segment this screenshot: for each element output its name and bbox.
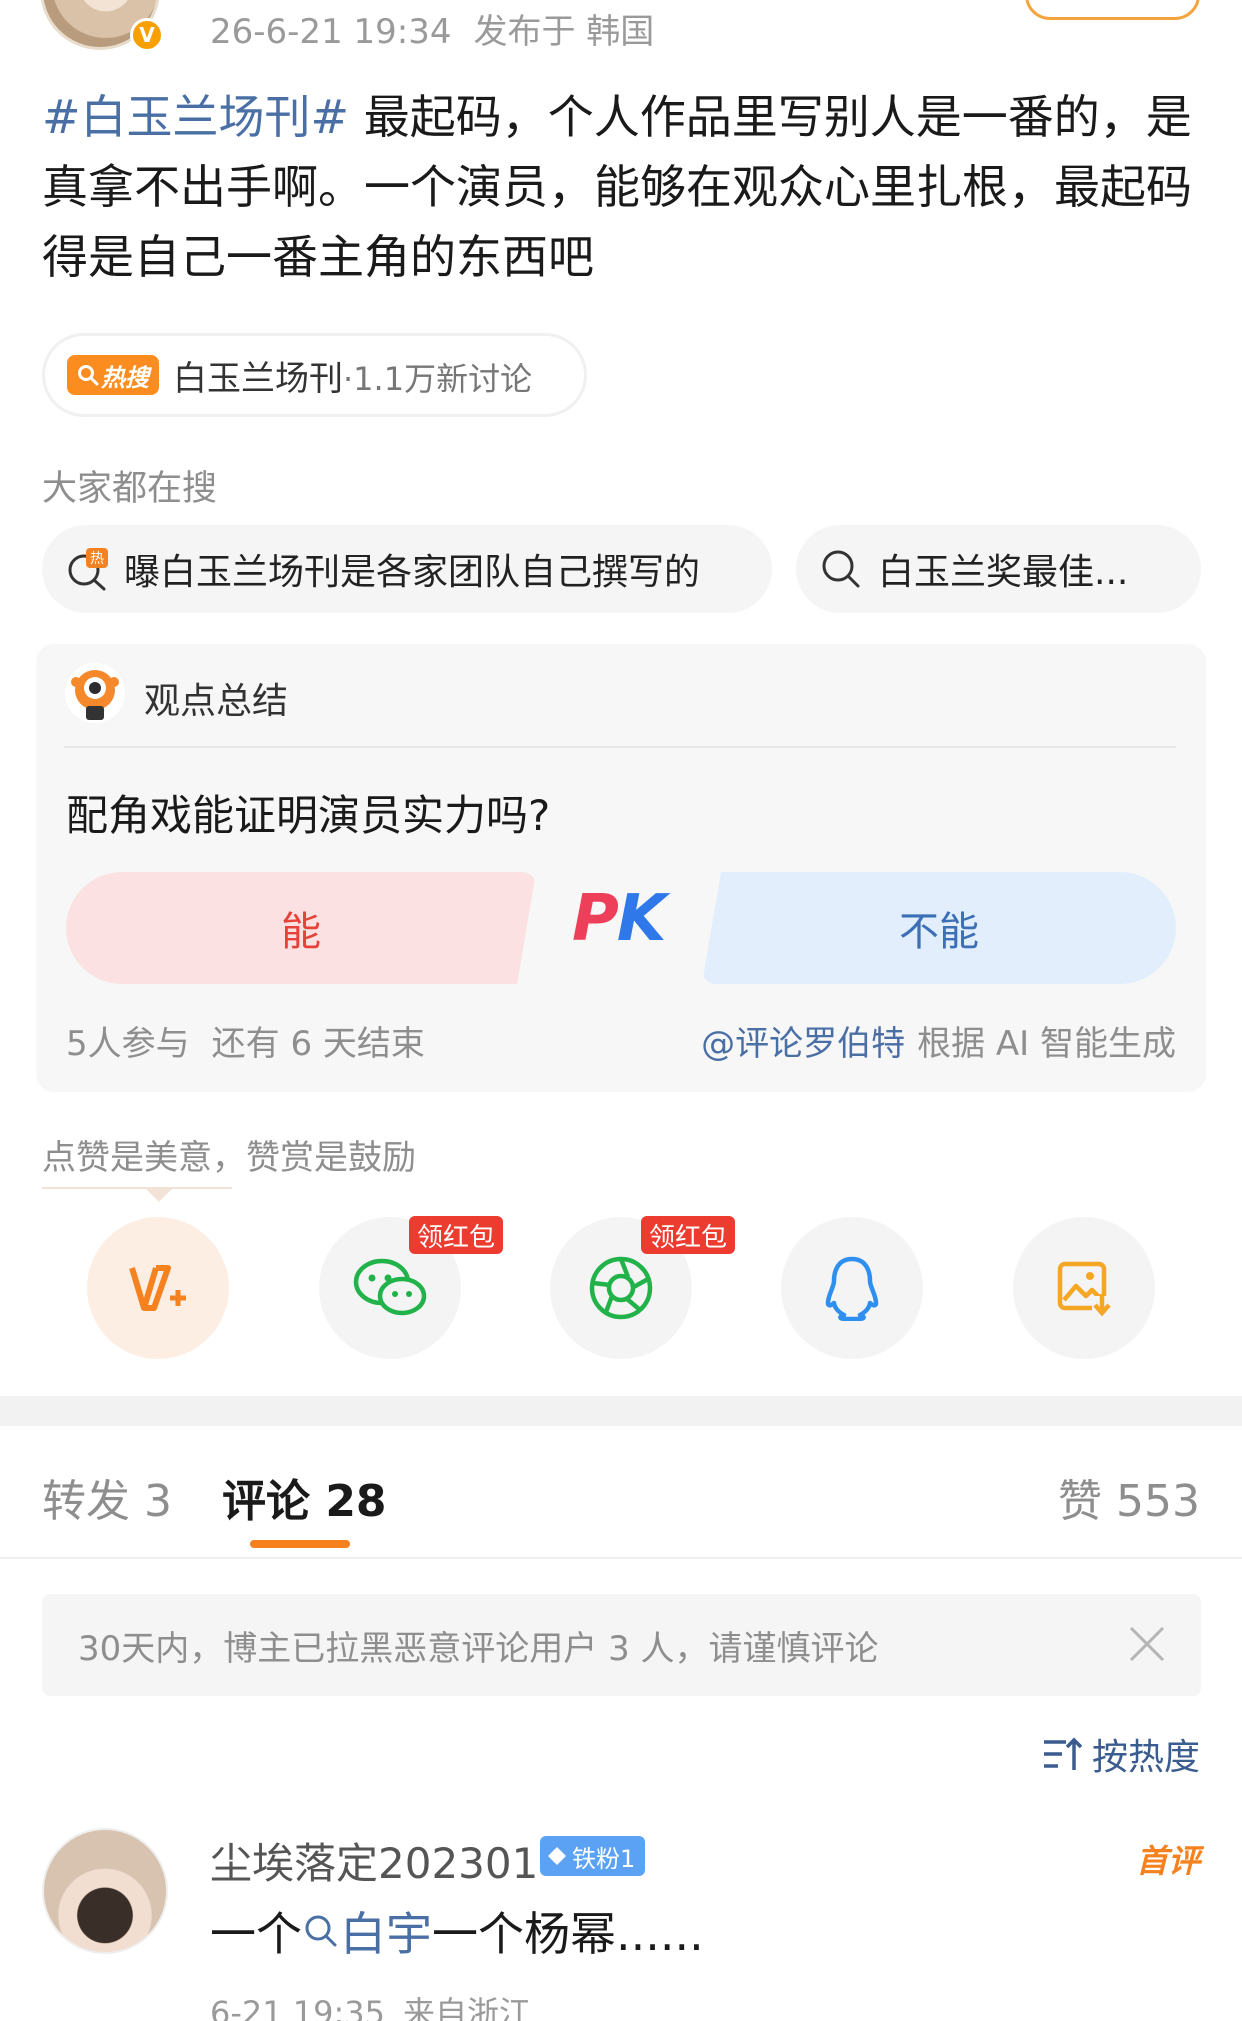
comment-topic-text: 白宇 [340, 1907, 432, 1961]
hot-chip-topic-text: 白玉兰场刊 [173, 358, 343, 399]
poll-meta: 5人参与 还有 6 天结束 [66, 1016, 425, 1065]
tab-divider [0, 1557, 1242, 1559]
ai-note: @评论罗伯特 根据 AI 智能生成 [701, 1016, 1176, 1065]
ai-robot-icon [65, 663, 125, 723]
blocked-users-notice: 30天内，博主已拉黑恶意评论用户 3 人，请谨慎评论 [42, 1594, 1201, 1696]
first-comment-tag: 首评 [1135, 1842, 1200, 1880]
poll-question: 配角戏能证明演员实力吗? [66, 791, 551, 840]
vote-no-label: 不能 [899, 909, 979, 955]
vote-yes-button[interactable]: 能 [66, 872, 536, 984]
hot-chip-topic: 白玉兰场刊·1.1万新讨论 [173, 351, 532, 400]
moments-aperture-icon [589, 1256, 653, 1320]
comment-location: 来自浙江 [403, 1994, 532, 2021]
encourage-underline [42, 1187, 232, 1189]
search-icon [78, 365, 99, 386]
hot-chip-sub: ·1.1万新讨论 [343, 359, 533, 398]
comment-suffix: 一个杨幂...... [432, 1907, 704, 1961]
image-download-icon [1057, 1261, 1112, 1317]
qq-penguin-icon [825, 1256, 879, 1321]
vote-yes-label: 能 [281, 909, 321, 955]
post-location: 发布于 韩国 [473, 12, 655, 52]
vote-no-button[interactable]: 不能 [702, 872, 1176, 984]
section-separator [0, 1396, 1242, 1426]
verified-badge-icon: V [130, 18, 164, 52]
pk-k: K [616, 882, 667, 956]
share-qq-button[interactable] [781, 1217, 923, 1359]
post-time: 26-6-21 19:34 [210, 12, 452, 52]
suggestion-pill-2[interactable]: 白玉兰奖最佳... [796, 525, 1201, 613]
post-body: #白玉兰场刊# 最起码，个人作品里写别人是一番的，是真拿不出手啊。一个演员，能够… [42, 82, 1207, 292]
hot-search-badge: 热搜 [67, 355, 159, 395]
suggestion-text-2: 白玉兰奖最佳... [878, 552, 1129, 593]
tab-comment[interactable]: 评论 28 [222, 1465, 387, 1529]
sort-label: 按热度 [1091, 1737, 1200, 1778]
hot-search-badge-label: 热搜 [101, 363, 149, 392]
notice-text: 30天内，博主已拉黑恶意评论用户 3 人，请谨慎评论 [78, 1628, 879, 1669]
hot-search-chip[interactable]: 热搜 白玉兰场刊·1.1万新讨论 [42, 333, 587, 417]
post-meta: 26-6-21 19:34 发布于 韩国 [210, 4, 654, 53]
comment-topic-link[interactable]: 白宇 [302, 1898, 432, 1964]
wechat-icon [353, 1258, 427, 1316]
commenter-name[interactable]: 尘埃落定202301 [210, 1830, 538, 1891]
search-icon [822, 550, 860, 588]
save-image-button[interactable] [1013, 1217, 1155, 1359]
tip-button[interactable] [87, 1217, 229, 1359]
comment-meta: 6-21 19:35 来自浙江 [210, 1988, 531, 2021]
svg-text:热: 热 [90, 551, 104, 567]
encourage-caret [145, 1188, 173, 1202]
opinion-summary-card: 观点总结 配角戏能证明演员实力吗? 能 PK 不能 5人参与 还有 6 天结束 @… [36, 644, 1206, 1092]
search-icon [305, 1915, 337, 1947]
poll-remaining: 还有 6 天结束 [211, 1024, 425, 1064]
comment-prefix: 一个 [210, 1907, 302, 1961]
fan-level-badge: 铁粉1 [540, 1836, 646, 1876]
suggestion-pill-1[interactable]: 热 曝白玉兰场刊是各家团队自己撰写的 [42, 525, 772, 613]
v-plus-icon [129, 1265, 186, 1311]
comment-time: 6-21 19:35 [210, 1994, 386, 2021]
follow-button[interactable] [1025, 0, 1200, 20]
tab-repost[interactable]: 转发 3 [42, 1465, 172, 1529]
encourage-text: 点赞是美意，赞赏是鼓励 [42, 1138, 416, 1178]
mention-link[interactable]: @评论罗伯特 [701, 1024, 905, 1064]
summary-title: 观点总结 [144, 681, 289, 722]
suggestions-label: 大家都在搜 [42, 469, 218, 509]
tab-active-indicator [250, 1540, 350, 1548]
hot-search-icon: 热 [68, 548, 108, 591]
tab-like[interactable]: 赞 553 [1058, 1465, 1200, 1529]
diamond-icon [548, 1847, 566, 1865]
fan-badge-label: 铁粉1 [572, 1844, 636, 1873]
sort-by-hot-button[interactable]: 按热度 [1042, 1728, 1200, 1780]
ai-note-text: 根据 AI 智能生成 [917, 1024, 1176, 1064]
pk-label: PK [572, 882, 667, 956]
comment-text: 一个 白宇 一个杨幂...... [210, 1898, 704, 1964]
red-packet-tag-2: 领红包 [641, 1216, 736, 1254]
sort-icon [1043, 1737, 1082, 1770]
close-icon[interactable] [1125, 1622, 1169, 1666]
card-divider [64, 746, 1176, 748]
poll-participants: 5人参与 [66, 1024, 190, 1064]
red-packet-tag-1: 领红包 [409, 1216, 504, 1254]
suggestion-text-1: 曝白玉兰场刊是各家团队自己撰写的 [124, 552, 701, 593]
pk-p: P [572, 882, 619, 956]
commenter-avatar[interactable] [42, 1828, 168, 1954]
post-hashtag-link[interactable]: #白玉兰场刊# [42, 90, 349, 144]
